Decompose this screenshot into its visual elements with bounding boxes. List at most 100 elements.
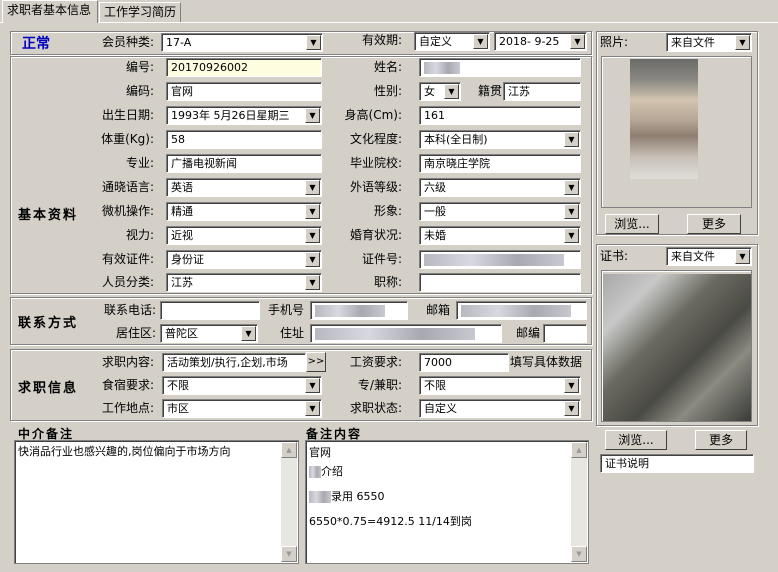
- redacted-mobile: [315, 305, 385, 317]
- chevron-down-icon[interactable]: ▼: [305, 378, 320, 393]
- tab-work-history[interactable]: 工作学习简历: [99, 2, 181, 22]
- agent-note-textarea[interactable]: 快消品行业也感兴趣的,岗位偏向于市场方向 ▲ ▼: [14, 440, 299, 564]
- photo-browse-button[interactable]: 浏览...: [605, 214, 659, 234]
- weight-label: 体重(Kg):: [101, 132, 154, 146]
- height-field[interactable]: 161: [419, 106, 581, 125]
- cert-browse-button[interactable]: 浏览...: [605, 430, 667, 450]
- chevron-down-icon[interactable]: ▼: [444, 84, 459, 99]
- vision-label: 视力:: [125, 228, 154, 242]
- board-label: 食宿要求:: [101, 378, 154, 392]
- contact-section-title: 联系方式: [18, 316, 79, 331]
- chevron-down-icon[interactable]: ▼: [473, 34, 488, 49]
- category-label: 人员分类:: [101, 275, 154, 289]
- redacted-text: [309, 491, 331, 503]
- address-label: 住址: [279, 326, 304, 340]
- chevron-down-icon[interactable]: ▼: [305, 108, 320, 123]
- chevron-down-icon[interactable]: ▼: [305, 401, 320, 416]
- chevron-down-icon[interactable]: ▼: [305, 228, 320, 243]
- vision-select[interactable]: 近视 ▼: [166, 226, 322, 245]
- major-field[interactable]: 广播电视新闻: [166, 154, 322, 173]
- birth-label: 出生日期:: [101, 108, 154, 122]
- tab-basic-info[interactable]: 求职者基本信息: [2, 0, 98, 23]
- chevron-down-icon[interactable]: ▼: [570, 34, 585, 49]
- address-field[interactable]: [310, 324, 502, 343]
- name-label: 姓名:: [373, 60, 402, 74]
- birth-date-picker[interactable]: 1993年 5月26日星期三 ▼: [166, 106, 322, 125]
- chevron-down-icon[interactable]: ▼: [564, 180, 579, 195]
- job-status-select[interactable]: 自定义 ▼: [419, 399, 581, 418]
- redacted-email: [461, 305, 571, 317]
- id-type-select[interactable]: 身份证 ▼: [166, 250, 322, 269]
- scroll-up-icon[interactable]: ▲: [281, 442, 297, 458]
- id-type-label: 有效证件:: [101, 252, 154, 266]
- cert-source-select[interactable]: 来自文件 ▼: [666, 247, 752, 266]
- category-select[interactable]: 江苏 ▼: [166, 273, 322, 292]
- cert-description-field[interactable]: 证书说明: [600, 454, 754, 473]
- chevron-down-icon[interactable]: ▼: [564, 132, 579, 147]
- native-field[interactable]: 江苏: [503, 82, 581, 101]
- board-select[interactable]: 不限 ▼: [162, 376, 322, 395]
- note-line: 官网: [309, 446, 331, 459]
- note-content-scrollbar[interactable]: ▲ ▼: [571, 442, 587, 562]
- chevron-down-icon[interactable]: ▼: [564, 401, 579, 416]
- validity-label: 有效期:: [361, 33, 402, 47]
- scroll-down-icon[interactable]: ▼: [571, 546, 587, 562]
- computer-label: 微机操作:: [101, 204, 154, 218]
- chevron-down-icon[interactable]: ▼: [564, 378, 579, 393]
- chevron-down-icon[interactable]: ▼: [241, 326, 256, 341]
- cert-more-button[interactable]: 更多: [695, 430, 747, 450]
- district-select[interactable]: 普陀区 ▼: [160, 324, 258, 343]
- name-field[interactable]: [419, 58, 581, 77]
- note-content-textarea[interactable]: 官网 介绍 录用 6550 6550*0.75=4912.5 11/14到岗 ▲…: [305, 440, 589, 564]
- number-field[interactable]: 20170926002: [166, 58, 322, 77]
- computer-select[interactable]: 精通 ▼: [166, 202, 322, 221]
- chevron-down-icon[interactable]: ▼: [564, 228, 579, 243]
- mobile-label: 手机号: [267, 303, 304, 317]
- education-label: 文化程度:: [349, 132, 402, 146]
- photo-source-select[interactable]: 来自文件 ▼: [666, 33, 752, 52]
- agent-note-scrollbar[interactable]: ▲ ▼: [281, 442, 297, 562]
- title-field[interactable]: [419, 273, 581, 292]
- mobile-field[interactable]: [310, 301, 408, 320]
- validity-select[interactable]: 自定义 ▼: [414, 32, 490, 51]
- chevron-down-icon[interactable]: ▼: [305, 180, 320, 195]
- basic-section-title: 基本资料: [18, 208, 79, 223]
- redacted-text: [309, 466, 321, 478]
- job-content-more-button[interactable]: >>: [306, 352, 326, 372]
- location-label: 工作地点:: [101, 401, 154, 415]
- chevron-down-icon[interactable]: ▼: [305, 275, 320, 290]
- image-select[interactable]: 一般 ▼: [419, 202, 581, 221]
- marital-label: 婚育状况:: [349, 228, 402, 242]
- job-content-field[interactable]: 活动策划/执行,企划,市场: [162, 353, 306, 372]
- id-no-field[interactable]: [419, 250, 581, 269]
- cert-frame[interactable]: [601, 270, 752, 422]
- school-field[interactable]: 南京晓庄学院: [419, 154, 581, 173]
- zip-field[interactable]: [543, 324, 587, 343]
- salary-field[interactable]: 7000: [419, 353, 509, 372]
- member-type-select[interactable]: 17-A ▼: [161, 33, 323, 52]
- weight-field[interactable]: 58: [166, 130, 322, 149]
- scroll-up-icon[interactable]: ▲: [571, 442, 587, 458]
- scroll-down-icon[interactable]: ▼: [281, 546, 297, 562]
- chevron-down-icon[interactable]: ▼: [564, 204, 579, 219]
- marital-select[interactable]: 未婚 ▼: [419, 226, 581, 245]
- lang-level-select[interactable]: 六级 ▼: [419, 178, 581, 197]
- education-select[interactable]: 本科(全日制) ▼: [419, 130, 581, 149]
- chevron-down-icon[interactable]: ▼: [735, 35, 750, 50]
- job-content-label: 求职内容:: [101, 355, 154, 369]
- validity-date[interactable]: 2018- 9-25 ▼: [494, 32, 587, 51]
- photo-more-button[interactable]: 更多: [687, 214, 741, 234]
- code-field[interactable]: 官网: [166, 82, 322, 101]
- location-select[interactable]: 市区 ▼: [162, 399, 322, 418]
- height-label: 身高(Cm):: [344, 108, 402, 122]
- parttime-select[interactable]: 不限 ▼: [419, 376, 581, 395]
- photo-frame[interactable]: [601, 56, 752, 208]
- email-field[interactable]: [456, 301, 587, 320]
- chevron-down-icon[interactable]: ▼: [305, 204, 320, 219]
- chevron-down-icon[interactable]: ▼: [735, 249, 750, 264]
- language-select[interactable]: 英语 ▼: [166, 178, 322, 197]
- chevron-down-icon[interactable]: ▼: [305, 252, 320, 267]
- chevron-down-icon[interactable]: ▼: [306, 35, 321, 50]
- phone-field[interactable]: [160, 301, 260, 320]
- gender-select[interactable]: 女 ▼: [419, 82, 461, 101]
